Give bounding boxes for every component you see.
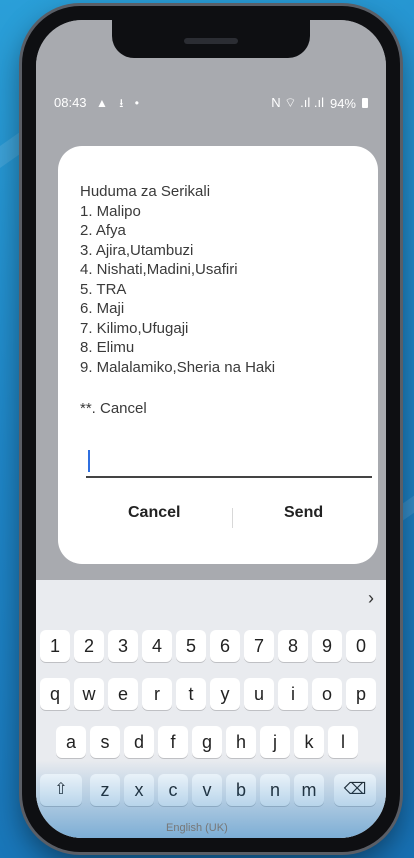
button-divider <box>232 508 233 528</box>
backspace-key[interactable]: ⌫ <box>334 774 376 806</box>
key-k[interactable]: k <box>294 726 324 758</box>
key-z[interactable]: z <box>90 774 120 806</box>
shift-icon: ⇧ <box>54 781 68 798</box>
battery-level: 94% <box>329 95 356 111</box>
phone-frame: 08:43 ▲ ⭳ • N ⌔ .ıl .ıl 94% Huduma za Se… <box>22 6 400 852</box>
send-button[interactable]: Send <box>284 504 323 522</box>
key-f[interactable]: f <box>158 726 188 758</box>
keyboard: › 1 2 3 4 5 6 7 8 9 0 q w e r t y u i o … <box>36 580 386 838</box>
backspace-icon: ⌫ <box>343 781 367 798</box>
battery-icon <box>362 98 368 108</box>
shift-key[interactable]: ⇧ <box>40 774 82 806</box>
ussd-dialog: Huduma za Serikali 1. Malipo 2. Afya 3. … <box>58 146 378 564</box>
key-0[interactable]: 0 <box>346 630 376 662</box>
key-j[interactable]: j <box>260 726 290 758</box>
key-x[interactable]: x <box>124 774 154 806</box>
menu-option: 8. Elimu <box>80 339 135 356</box>
key-c[interactable]: c <box>158 774 188 806</box>
menu-option: 4. Nishati,Madini,Usafiri <box>80 261 238 278</box>
key-2[interactable]: 2 <box>74 630 104 662</box>
menu-option: 6. Maji <box>80 300 125 317</box>
menu-option: 5. TRA <box>80 280 127 298</box>
menu-option: 2. Afya <box>80 222 126 239</box>
status-time: 08:43 <box>54 95 87 110</box>
cancel-button[interactable]: Cancel <box>128 504 180 522</box>
signal-icons: N ⌔ .ıl .ıl <box>271 95 324 110</box>
key-3[interactable]: 3 <box>108 630 138 662</box>
notch <box>112 20 310 58</box>
menu-title: Huduma za Serikali <box>80 183 211 200</box>
menu-option: 1. Malipo <box>80 202 141 220</box>
key-b[interactable]: b <box>226 774 256 806</box>
key-7[interactable]: 7 <box>244 630 274 662</box>
key-5[interactable]: 5 <box>176 630 206 662</box>
key-t[interactable]: t <box>176 678 206 710</box>
cancel-option-text: **. Cancel <box>80 400 147 417</box>
key-r[interactable]: r <box>142 678 172 710</box>
key-y[interactable]: y <box>210 678 240 710</box>
key-q[interactable]: q <box>40 678 70 710</box>
key-p[interactable]: p <box>346 678 376 710</box>
speaker <box>184 38 238 44</box>
phone-screen: 08:43 ▲ ⭳ • N ⌔ .ıl .ıl 94% Huduma za Se… <box>36 20 386 838</box>
key-8[interactable]: 8 <box>278 630 308 662</box>
menu-option: 3. Ajira,Utambuzi <box>80 241 194 259</box>
key-d[interactable]: d <box>124 726 154 758</box>
key-9[interactable]: 9 <box>312 630 342 662</box>
key-4[interactable]: 4 <box>142 630 172 662</box>
reply-input[interactable] <box>86 446 372 478</box>
menu-option: 7. Kilimo,Ufugaji <box>80 319 189 337</box>
status-bar: 08:43 ▲ ⭳ • N ⌔ .ıl .ıl 94% <box>36 92 386 118</box>
key-i[interactable]: i <box>278 678 308 710</box>
keyboard-toolbar: › <box>36 580 386 618</box>
key-s[interactable]: s <box>90 726 120 758</box>
key-m[interactable]: m <box>294 774 324 806</box>
ussd-menu: Huduma za Serikali 1. Malipo 2. Afya 3. … <box>80 182 275 377</box>
key-o[interactable]: o <box>312 678 342 710</box>
key-w[interactable]: w <box>74 678 104 710</box>
key-n[interactable]: n <box>260 774 290 806</box>
notification-icons: ▲ ⭳ • <box>96 96 143 110</box>
key-g[interactable]: g <box>192 726 222 758</box>
menu-option: 9. Malalamiko,Sheria na Haki <box>80 358 276 376</box>
key-1[interactable]: 1 <box>40 630 70 662</box>
key-6[interactable]: 6 <box>210 630 240 662</box>
key-l[interactable]: l <box>328 726 358 758</box>
spacebar-language[interactable]: English (UK) <box>166 822 228 834</box>
chevron-right-icon[interactable]: › <box>368 588 374 609</box>
status-right: N ⌔ .ıl .ıl 94% <box>271 95 368 111</box>
key-e[interactable]: e <box>108 678 138 710</box>
key-u[interactable]: u <box>244 678 274 710</box>
key-a[interactable]: a <box>56 726 86 758</box>
key-h[interactable]: h <box>226 726 256 758</box>
key-v[interactable]: v <box>192 774 222 806</box>
text-caret <box>88 450 90 472</box>
